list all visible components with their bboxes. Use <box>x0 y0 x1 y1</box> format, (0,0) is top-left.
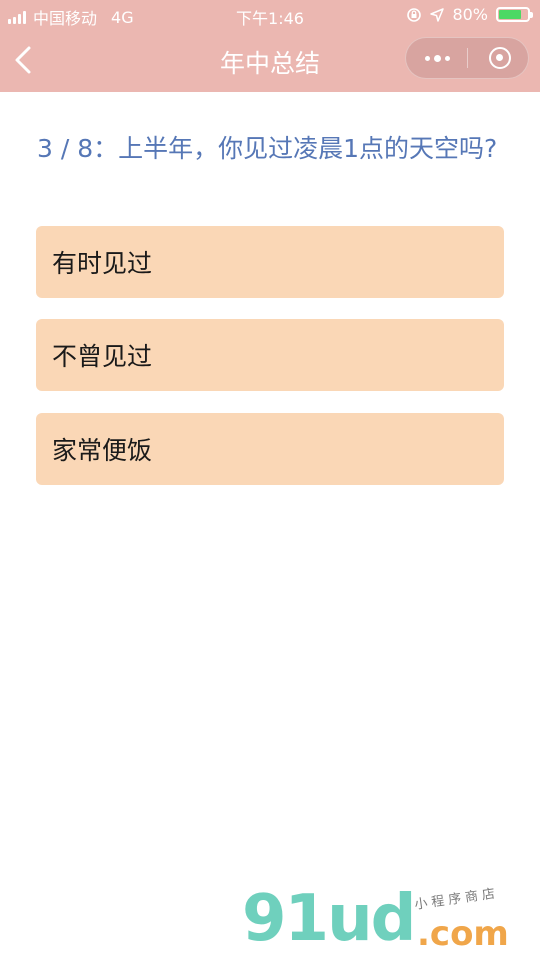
battery-fill <box>499 10 522 19</box>
option-label: 家常便饭 <box>52 436 153 465</box>
watermark-domain: .com <box>417 914 509 954</box>
orientation-lock-icon <box>407 7 422 22</box>
option-label: 有时见过 <box>52 249 153 278</box>
battery-percent: 80% <box>452 5 488 24</box>
watermark: 91ud 小程序商店 .com <box>242 884 532 954</box>
option-label: 不曾见过 <box>52 342 153 371</box>
capsule-menu <box>405 37 529 79</box>
battery-icon <box>496 7 533 22</box>
option-3[interactable]: 家常便饭 <box>36 413 504 485</box>
status-right: 80% <box>406 5 533 24</box>
question-text: 3 / 8：上半年，你见过凌晨1点的天空吗? <box>37 134 498 163</box>
watermark-subtitle: 小程序商店 <box>413 886 500 913</box>
watermark-logo: 91ud <box>242 882 416 956</box>
more-dots-icon <box>425 55 450 62</box>
nav-bar: 年中总结 <box>0 30 540 92</box>
more-button[interactable] <box>406 38 468 78</box>
option-1[interactable]: 有时见过 <box>36 226 504 298</box>
location-icon <box>430 7 445 22</box>
option-2[interactable]: 不曾见过 <box>36 319 504 391</box>
header-area: 中国移动 4G 下午1:46 80% 年中总结 <box>0 0 540 92</box>
target-circle-icon <box>489 47 511 69</box>
status-bar: 中国移动 4G 下午1:46 80% <box>0 0 540 30</box>
close-miniprogram-button[interactable] <box>468 38 528 78</box>
